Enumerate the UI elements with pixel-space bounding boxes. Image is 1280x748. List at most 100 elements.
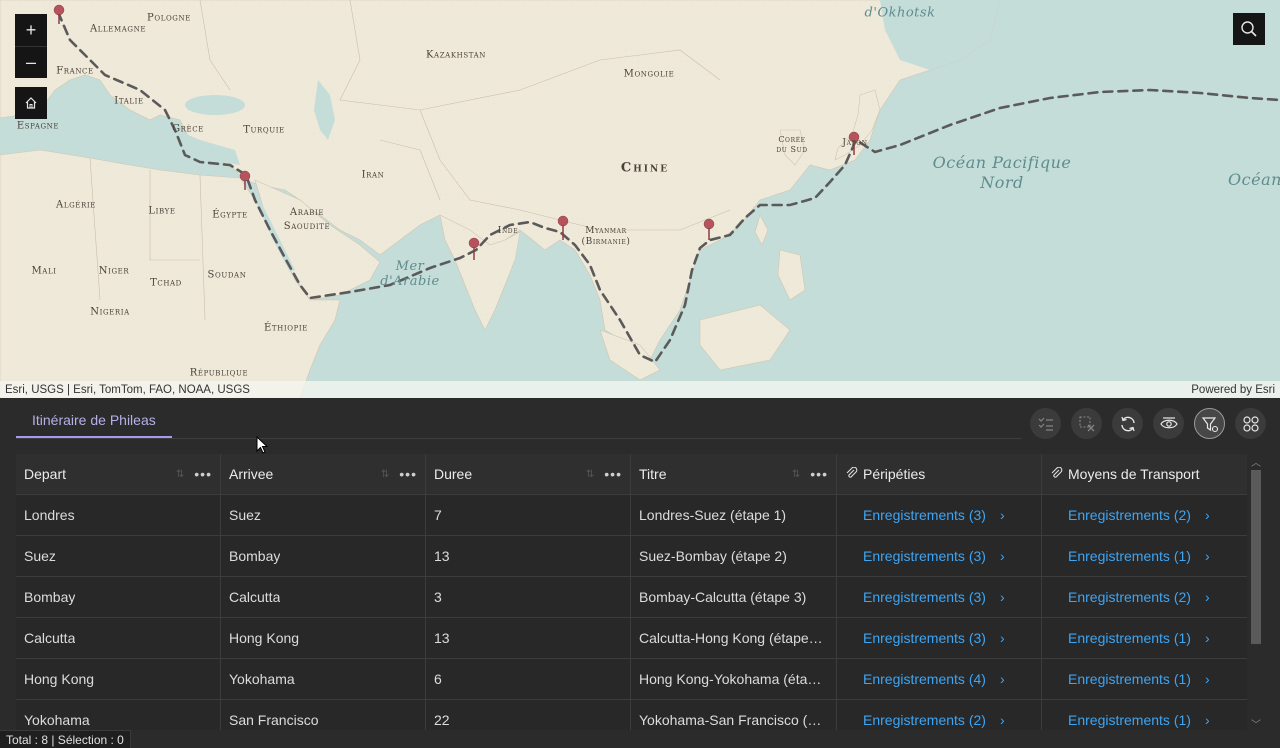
clear-selection-icon [1078,415,1094,431]
label-inde: Inde [497,226,519,236]
cell-arrivee[interactable]: Suez [221,495,426,536]
transport-link[interactable]: Enregistrements (2) › [1050,589,1210,605]
column-menu-button[interactable]: ••• [194,466,212,482]
cell-duree[interactable]: 3 [426,577,631,618]
clear-selection-button[interactable] [1071,408,1102,439]
sort-icon[interactable]: ⇅ [176,469,184,480]
chevron-right-icon: › [1204,671,1210,687]
cell-titre[interactable]: Londres-Suez (étape 1) [631,495,837,536]
sort-icon[interactable]: ⇅ [792,469,800,480]
label-italie: Italie [114,95,144,107]
cell-arrivee[interactable]: Bombay [221,536,426,577]
column-header-duree[interactable]: Duree ⇅ ••• [426,454,631,495]
table-row[interactable]: Yokohama San Francisco 22 Yokohama-San Fran… [16,700,1247,730]
column-header-titre[interactable]: Titre ⇅ ••• [631,454,837,495]
transport-link[interactable]: Enregistrements (1) › [1050,712,1210,728]
select-all-button[interactable] [1030,408,1061,439]
filter-by-extent-button[interactable] [1194,408,1225,439]
powered-by[interactable]: Powered by Esri [1191,384,1275,396]
transport-link[interactable]: Enregistrements (1) › [1050,548,1210,564]
refresh-icon [1120,416,1135,431]
cell-depart[interactable]: Yokohama [16,700,221,730]
select-all-icon [1038,417,1053,431]
cell-transport: Enregistrements (1) › [1042,700,1247,730]
attribution-sources[interactable]: Esri, USGS | Esri, TomTom, FAO, NOAA, US… [5,384,250,396]
cell-titre[interactable]: Bombay-Calcutta (étape 3) [631,577,837,618]
cell-titre[interactable]: Suez-Bombay (étape 2) [631,536,837,577]
label-tchad: Tchad [150,277,182,289]
table-row[interactable]: Suez Bombay 13 Suez-Bombay (étape 2) Enregis… [16,536,1247,577]
layout-icon [1242,415,1259,432]
zoom-out-button[interactable]: – [15,46,47,78]
layout-button[interactable] [1235,408,1266,439]
chevron-right-icon: › [999,671,1005,687]
column-header-peripeties[interactable]: Péripéties [837,454,1042,495]
peripeties-link[interactable]: Enregistrements (3) › [845,507,1005,523]
cell-depart[interactable]: Bombay [16,577,221,618]
column-menu-button[interactable]: ••• [810,466,828,482]
transport-link[interactable]: Enregistrements (1) › [1050,630,1210,646]
table-row[interactable]: Bombay Calcutta 3 Bombay-Calcutta (étape 3)… [16,577,1247,618]
cell-titre[interactable]: Hong Kong-Yokohama (éta… [631,659,837,700]
transport-link[interactable]: Enregistrements (2) › [1050,507,1210,523]
label-nigeria: Nigeria [90,306,130,318]
search-icon [1241,21,1257,37]
label-chine: Chine [620,160,670,176]
sort-icon[interactable]: ⇅ [586,469,594,480]
table-scrollbar[interactable]: ︿ ﹀ [1248,454,1264,731]
column-header-arrivee[interactable]: Arrivee ⇅ ••• [221,454,426,495]
peripeties-link[interactable]: Enregistrements (3) › [845,630,1005,646]
cell-duree[interactable]: 6 [426,659,631,700]
chevron-right-icon: › [999,548,1005,564]
cell-arrivee[interactable]: Yokohama [221,659,426,700]
cell-duree[interactable]: 13 [426,536,631,577]
column-menu-button[interactable]: ••• [399,466,417,482]
label-grece: Grèce [172,123,204,135]
cell-peripeties: Enregistrements (3) › [837,536,1042,577]
transport-link[interactable]: Enregistrements (1) › [1050,671,1210,687]
column-menu-button[interactable]: ••• [604,466,622,482]
table-row[interactable]: Hong Kong Yokohama 6 Hong Kong-Yokohama (ét… [16,659,1247,700]
peripeties-link[interactable]: Enregistrements (3) › [845,589,1005,605]
chevron-right-icon: › [999,589,1005,605]
cell-depart[interactable]: Calcutta [16,618,221,659]
column-header-moyens-transport[interactable]: Moyens de Transport [1042,454,1247,495]
cell-arrivee[interactable]: Calcutta [221,577,426,618]
table-row[interactable]: Calcutta Hong Kong 13 Calcutta-Hong Kong (é… [16,618,1247,659]
label-allemagne: Allemagne [89,23,147,35]
column-header-depart[interactable]: Depart ⇅ ••• [16,454,221,495]
cell-titre[interactable]: Yokohama-San Francisco (é… [631,700,837,730]
show-selected-icon [1159,416,1178,428]
scroll-thumb[interactable] [1251,470,1261,644]
map-view[interactable]: Allemagne Pologne France Italie Espagne … [0,0,1280,398]
search-button[interactable] [1233,13,1265,45]
peripeties-link[interactable]: Enregistrements (4) › [845,671,1005,687]
cell-arrivee[interactable]: Hong Kong [221,618,426,659]
label-ocean-pacifique: Océan Pacifique Nord [932,153,1072,192]
table-row[interactable]: Londres Suez 7 Londres-Suez (étape 1) Enregi… [16,495,1247,536]
label-myanmar: Myanmar (Birmanie) [581,226,631,247]
tab-divider [16,438,1022,439]
cell-depart[interactable]: Londres [16,495,221,536]
cell-arrivee[interactable]: San Francisco [221,700,426,730]
scroll-up-icon[interactable]: ︿ [1251,454,1261,469]
scroll-down-icon[interactable]: ﹀ [1251,716,1261,731]
tab-itineraire[interactable]: Itinéraire de Phileas [16,404,172,438]
zoom-in-button[interactable]: + [15,14,47,46]
peripeties-link[interactable]: Enregistrements (3) › [845,548,1005,564]
cell-depart[interactable]: Suez [16,536,221,577]
cell-duree[interactable]: 13 [426,618,631,659]
peripeties-link[interactable]: Enregistrements (2) › [845,712,1005,728]
show-selected-button[interactable] [1153,408,1184,439]
cell-duree[interactable]: 7 [426,495,631,536]
cell-titre[interactable]: Calcutta-Hong Kong (étape… [631,618,837,659]
chevron-right-icon: › [1204,630,1210,646]
table-header: Depart ⇅ ••• Arrivee ⇅ ••• Duree ⇅ ••• Titre ⇅ •… [16,454,1247,495]
sort-icon[interactable]: ⇅ [381,469,389,480]
cell-duree[interactable]: 22 [426,700,631,730]
cell-depart[interactable]: Hong Kong [16,659,221,700]
home-button[interactable] [15,87,47,119]
cell-peripeties: Enregistrements (2) › [837,700,1042,730]
refresh-button[interactable] [1112,408,1143,439]
label-soudan: Soudan [207,269,247,281]
